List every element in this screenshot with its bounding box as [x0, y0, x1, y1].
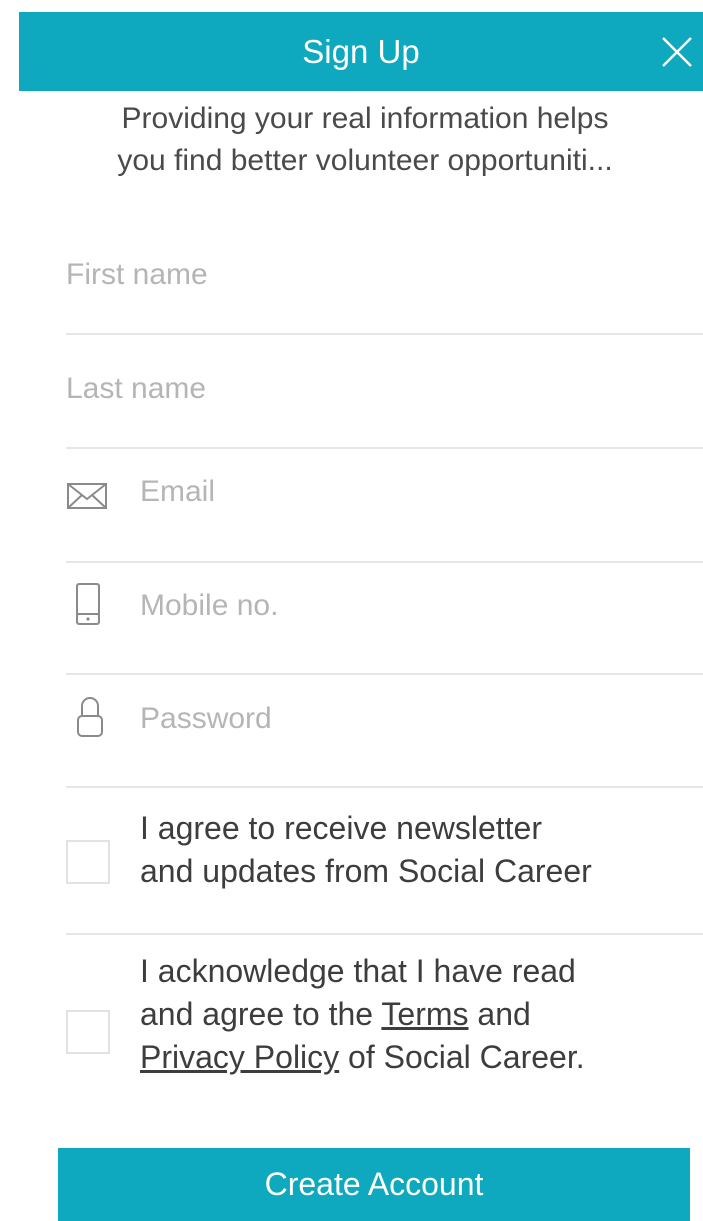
newsletter-line-1: I agree to receive newsletter — [140, 810, 542, 846]
last-name-placeholder: Last name — [66, 372, 207, 405]
terms-and: and — [468, 996, 531, 1032]
divider — [66, 786, 703, 788]
divider — [66, 673, 703, 675]
newsletter-consent-text: I agree to receive newsletter and update… — [140, 807, 703, 893]
divider — [66, 333, 703, 335]
intro-line-2: you find better volunteer opportuniti... — [117, 144, 613, 177]
password-field[interactable]: Password — [66, 690, 703, 750]
terms-suffix: of Social Career. — [339, 1039, 585, 1075]
password-placeholder: Password — [140, 702, 272, 735]
create-account-button[interactable]: Create Account — [58, 1148, 690, 1221]
mobile-placeholder: Mobile no. — [140, 589, 279, 622]
sign-up-screen: Sign Up Providing your real information … — [0, 0, 703, 1221]
email-placeholder: Email — [140, 475, 216, 508]
divider — [66, 447, 703, 449]
phone-icon — [74, 581, 118, 625]
terms-line-2: and agree to the Terms and — [140, 993, 703, 1036]
intro-text: Providing your real information helps yo… — [40, 98, 690, 182]
page-title: Sign Up — [302, 33, 420, 70]
first-name-field[interactable]: First name — [66, 246, 703, 306]
terms-prefix: and agree to the — [140, 996, 382, 1032]
close-icon — [662, 37, 692, 67]
terms-line-3: Privacy Policy of Social Career. — [140, 1036, 703, 1079]
newsletter-line-2: and updates from Social Career — [140, 853, 592, 889]
first-name-placeholder: First name — [66, 258, 208, 291]
intro-line-1: Providing your real information helps — [121, 102, 609, 135]
header-bar: Sign Up — [19, 12, 703, 91]
lock-icon — [76, 694, 120, 737]
terms-link[interactable]: Terms — [381, 996, 468, 1032]
mobile-field[interactable]: Mobile no. — [66, 577, 703, 637]
privacy-policy-link[interactable]: Privacy Policy — [140, 1039, 339, 1075]
terms-consent-text: I acknowledge that I have read and agree… — [140, 950, 703, 1079]
terms-line-1: I acknowledge that I have read — [140, 953, 576, 989]
envelope-icon — [66, 475, 110, 515]
last-name-field[interactable]: Last name — [66, 360, 703, 420]
divider — [66, 933, 703, 935]
newsletter-checkbox[interactable] — [66, 840, 110, 884]
terms-checkbox[interactable] — [66, 1010, 110, 1054]
divider — [66, 561, 703, 563]
email-field[interactable]: Email — [66, 463, 703, 523]
close-button[interactable] — [657, 32, 697, 72]
